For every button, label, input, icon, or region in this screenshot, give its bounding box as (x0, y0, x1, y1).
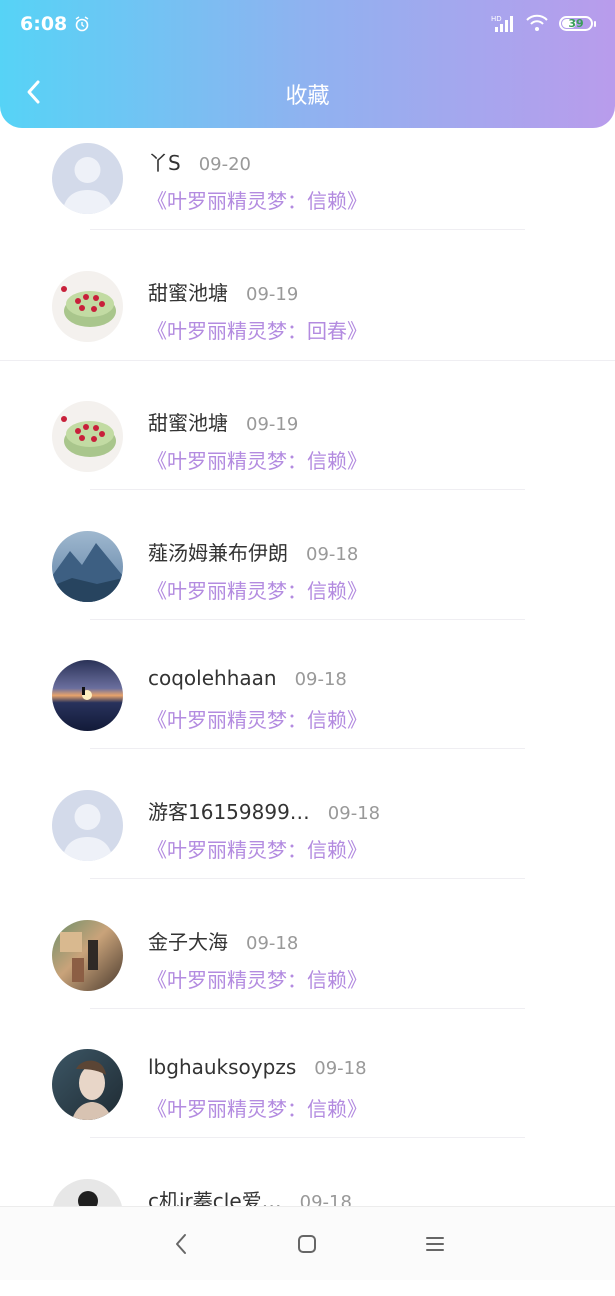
favorite-date: 09-20 (198, 154, 252, 175)
list-item[interactable]: 薤汤姆兼布伊朗 09-18 《叶罗丽精灵梦：信赖》 (0, 519, 615, 648)
user-name: 薤汤姆兼布伊朗 (148, 541, 288, 565)
page-title: 收藏 (285, 84, 330, 109)
divider (90, 229, 525, 230)
user-name: lbghauksoypzs (148, 1055, 297, 1079)
back-icon (176, 1234, 186, 1254)
favorite-date: 09-18 (327, 803, 381, 824)
app-header: 6:08 HD 39 收藏 (0, 0, 615, 128)
home-icon (298, 1235, 316, 1253)
work-title[interactable]: 《叶罗丽精灵梦：信赖》 (147, 704, 367, 733)
user-name: 游客16159899… (148, 800, 310, 824)
favorite-date: 09-19 (246, 284, 299, 305)
user-name: 丫S (148, 151, 181, 175)
favorite-date: 09-18 (246, 933, 299, 954)
user-name: 金子大海 (148, 930, 228, 954)
signal-icon: HD (491, 15, 513, 32)
user-name: 甜蜜池塘 (148, 281, 228, 305)
favorite-date: 09-18 (306, 544, 359, 565)
favorite-date: 09-19 (246, 414, 299, 435)
list-item[interactable]: 金子大海 09-18 《叶罗丽精灵梦：信赖》 (0, 908, 615, 1037)
favorite-date: 09-18 (294, 669, 347, 690)
list-item[interactable]: 游客16159899… 09-18 《叶罗丽精灵梦：信赖》 (0, 778, 615, 907)
list-item[interactable]: coqolehhaan 09-18 《叶罗丽精灵梦：信赖》 (0, 648, 615, 777)
work-title[interactable]: 《叶罗丽精灵梦：信赖》 (147, 834, 367, 863)
street-avatar (52, 920, 123, 991)
menu-icon (426, 1237, 444, 1251)
divider (90, 619, 525, 620)
work-title[interactable]: 《叶罗丽精灵梦：信赖》 (147, 185, 367, 214)
battery-level: 39 (568, 16, 584, 30)
list-item[interactable]: lbghauksoypzs 09-18 《叶罗丽精灵梦：信赖》 (0, 1037, 615, 1166)
divider (90, 489, 525, 490)
divider (90, 1008, 525, 1009)
nav-back-button[interactable] (168, 1231, 194, 1257)
divider (0, 360, 615, 361)
system-nav-bar (0, 1206, 615, 1280)
nav-menu-button[interactable] (422, 1231, 448, 1257)
divider (90, 1137, 525, 1138)
work-title[interactable]: 《叶罗丽精灵梦：信赖》 (147, 575, 367, 604)
list-item[interactable]: 甜蜜池塘 09-19 《叶罗丽精灵梦：信赖》 (0, 389, 615, 518)
cake-avatar (52, 401, 123, 472)
status-time: 6:08 (20, 13, 68, 35)
list-item[interactable]: 丫S 09-20 《叶罗丽精灵梦：信赖》 (0, 129, 615, 258)
list-item[interactable]: 甜蜜池塘 09-19 《叶罗丽精灵梦：回春》 (0, 259, 615, 388)
work-title[interactable]: 《叶罗丽精灵梦：信赖》 (147, 445, 367, 474)
cake-avatar (52, 271, 123, 342)
nav-home-button[interactable] (294, 1231, 320, 1257)
divider (90, 748, 525, 749)
wifi-icon (526, 14, 548, 31)
battery-icon: 39 (559, 15, 596, 31)
portrait-avatar (52, 1049, 123, 1120)
work-title[interactable]: 《叶罗丽精灵梦：回春》 (147, 315, 367, 344)
mountain-avatar (52, 531, 123, 602)
sunset-avatar (52, 660, 123, 731)
user-name: coqolehhaan (148, 666, 277, 690)
user-name: 甜蜜池塘 (148, 411, 228, 435)
favorite-date: 09-18 (314, 1058, 367, 1079)
divider (90, 878, 525, 879)
default-avatar (52, 143, 123, 214)
alarm-icon (75, 16, 89, 32)
work-title[interactable]: 《叶罗丽精灵梦：信赖》 (147, 1093, 367, 1122)
default-avatar (52, 790, 123, 861)
network-label: HD (491, 15, 502, 23)
work-title[interactable]: 《叶罗丽精灵梦：信赖》 (147, 964, 367, 993)
